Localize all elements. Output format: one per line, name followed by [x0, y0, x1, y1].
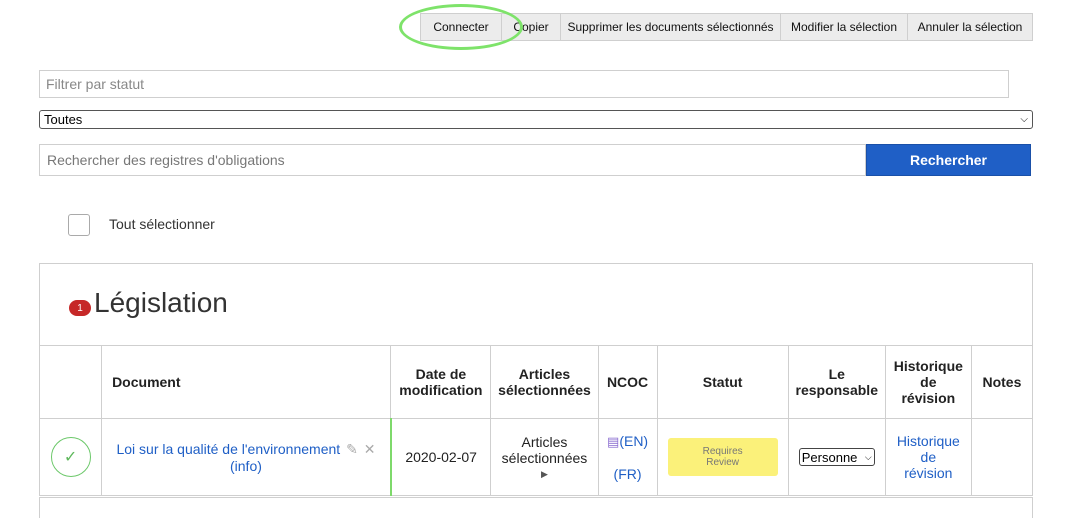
delete-selected-button[interactable]: Supprimer les documents sélectionnés [561, 13, 781, 41]
select-all-label: Tout sélectionner [109, 216, 215, 232]
row-select-cell: ✓ [38, 418, 103, 496]
select-all-checkbox[interactable] [68, 214, 90, 236]
document-link[interactable]: Loi sur la qualité de l'environnement [116, 441, 340, 457]
count-badge: 1 [69, 300, 91, 316]
header-notes: Notes [970, 345, 1034, 419]
section-title: Législation [94, 287, 228, 318]
table-header-row: Document Date de modification Articles sél… [38, 345, 1034, 419]
history-cell: Historique de révision [884, 418, 972, 496]
status-cell: Requires Review [656, 418, 789, 496]
database-icon: ▤ [607, 433, 620, 449]
status-filter-input[interactable]: Filtrer par statut [39, 70, 1009, 98]
status-select-value: Toutes [44, 112, 83, 127]
check-circle-icon[interactable]: ✓ [50, 437, 91, 477]
ncoc-en-link[interactable]: (EN) [619, 433, 648, 449]
documents-table: Document Date de modification Articles sél… [38, 345, 1034, 496]
history-link[interactable]: Historique de révision [897, 433, 960, 481]
caret-right-icon[interactable]: ▶ [495, 469, 593, 480]
cancel-selection-button[interactable]: Annuler la sélection [908, 13, 1033, 41]
responsible-cell: Personne ⌵ [787, 418, 886, 496]
ncoc-cell: ▤(EN) (FR) [597, 418, 658, 496]
document-info-link[interactable]: (info) [230, 458, 262, 474]
status-select[interactable]: Toutes ⌵ [39, 110, 1033, 129]
notes-cell[interactable] [970, 418, 1034, 496]
header-articles: Articles sélectionnées [490, 345, 599, 419]
header-history: Historique de révision [884, 345, 972, 419]
date-cell: 2020-02-07 [390, 418, 492, 496]
modify-selection-button[interactable]: Modifier la sélection [781, 13, 908, 41]
header-responsible: Le responsable [787, 345, 886, 419]
articles-cell[interactable]: Articles sélectionnées ▶ [490, 418, 599, 496]
table-row: ✓ Loi sur la qualité de l'environnement … [38, 418, 1034, 496]
chevron-down-icon: ⌵ [864, 451, 872, 462]
copy-button[interactable]: Copier [502, 13, 561, 41]
next-section-edge [39, 497, 1033, 518]
status-badge[interactable]: Requires Review [667, 438, 778, 476]
search-input[interactable]: Rechercher des registres d'obligations [39, 144, 866, 176]
header-date: Date de modification [390, 345, 492, 419]
toolbar: Connecter Copier Supprimer les documents… [420, 13, 1033, 41]
header-statut: Statut [656, 345, 789, 419]
connect-button[interactable]: Connecter [420, 13, 502, 41]
responsible-select[interactable]: Personne ⌵ [798, 448, 875, 466]
document-cell: Loi sur la qualité de l'environnement ✎ … [101, 418, 392, 496]
search-button[interactable]: Rechercher [866, 144, 1031, 176]
close-icon[interactable]: ✕ [364, 441, 376, 457]
chevron-down-icon: ⌵ [1020, 114, 1028, 125]
ncoc-fr-link[interactable]: (FR) [614, 466, 642, 482]
edit-icon[interactable]: ✎ [346, 441, 358, 457]
header-document: Document [101, 345, 392, 419]
header-select [38, 345, 103, 419]
header-ncoc: NCOC [597, 345, 658, 419]
